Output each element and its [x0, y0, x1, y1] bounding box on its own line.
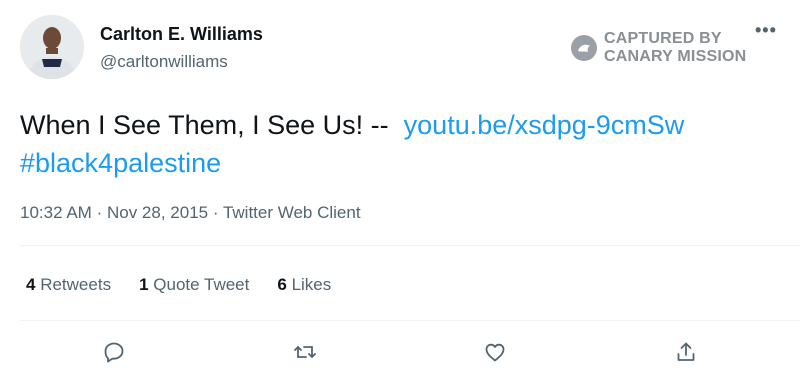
watermark: CAPTURED BY CANARY MISSION: [570, 30, 746, 66]
retweets-label: Retweets: [40, 275, 112, 294]
meta-separator: ·: [96, 203, 103, 222]
quote-label: Quote Tweet: [153, 275, 250, 294]
tweet-stats: 4 Retweets 1 Quote Tweet 6 Likes: [26, 275, 331, 295]
retweets-stat[interactable]: 4 Retweets: [26, 275, 111, 295]
tweet-main-text: When I See Them, I See Us! --: [20, 110, 389, 140]
quote-count: 1: [139, 275, 149, 294]
tweet-line-2: #black4palestine: [20, 144, 790, 182]
avatar-photo: [20, 15, 84, 79]
author-name[interactable]: Carlton E. Williams: [100, 24, 263, 45]
reply-button[interactable]: [100, 338, 128, 366]
meta-separator: ·: [212, 203, 219, 222]
tweet-text: When I See Them, I See Us! -- youtu.be/x…: [20, 106, 790, 182]
likes-stat[interactable]: 6 Likes: [277, 275, 331, 295]
share-icon: [677, 342, 695, 361]
tweet-meta: 10:32 AM · Nov 28, 2015 · Twitter Web Cl…: [20, 203, 361, 223]
canary-bird-icon: [571, 35, 597, 61]
tweet-link[interactable]: youtu.be/xsdpg-9cmSw: [404, 110, 685, 140]
tweet-time[interactable]: 10:32 AM: [20, 203, 92, 222]
tweet-client[interactable]: Twitter Web Client: [223, 203, 361, 222]
watermark-line2: CANARY MISSION: [604, 48, 747, 65]
like-button[interactable]: [481, 338, 509, 366]
like-icon: [485, 343, 505, 362]
tweet-date[interactable]: Nov 28, 2015: [107, 203, 208, 222]
watermark-text: CAPTURED BY CANARY MISSION: [604, 30, 746, 66]
watermark-line1: CAPTURED BY: [604, 30, 722, 47]
divider: [20, 245, 800, 246]
tweet-hashtag[interactable]: #black4palestine: [20, 148, 221, 178]
retweet-button[interactable]: [291, 338, 319, 366]
tweet-actions: [100, 338, 700, 366]
more-options-button[interactable]: •••: [755, 20, 777, 41]
quote-tweets-stat[interactable]: 1 Quote Tweet: [139, 275, 249, 295]
likes-count: 6: [277, 275, 287, 294]
divider: [20, 320, 800, 321]
retweets-count: 4: [26, 275, 36, 294]
tweet-line-1: When I See Them, I See Us! -- youtu.be/x…: [20, 106, 790, 144]
avatar[interactable]: [20, 15, 84, 79]
share-button[interactable]: [672, 338, 700, 366]
author-handle[interactable]: @carltonwilliams: [100, 52, 228, 72]
reply-icon: [104, 342, 124, 363]
likes-label: Likes: [291, 275, 332, 294]
retweet-icon: [293, 346, 316, 358]
